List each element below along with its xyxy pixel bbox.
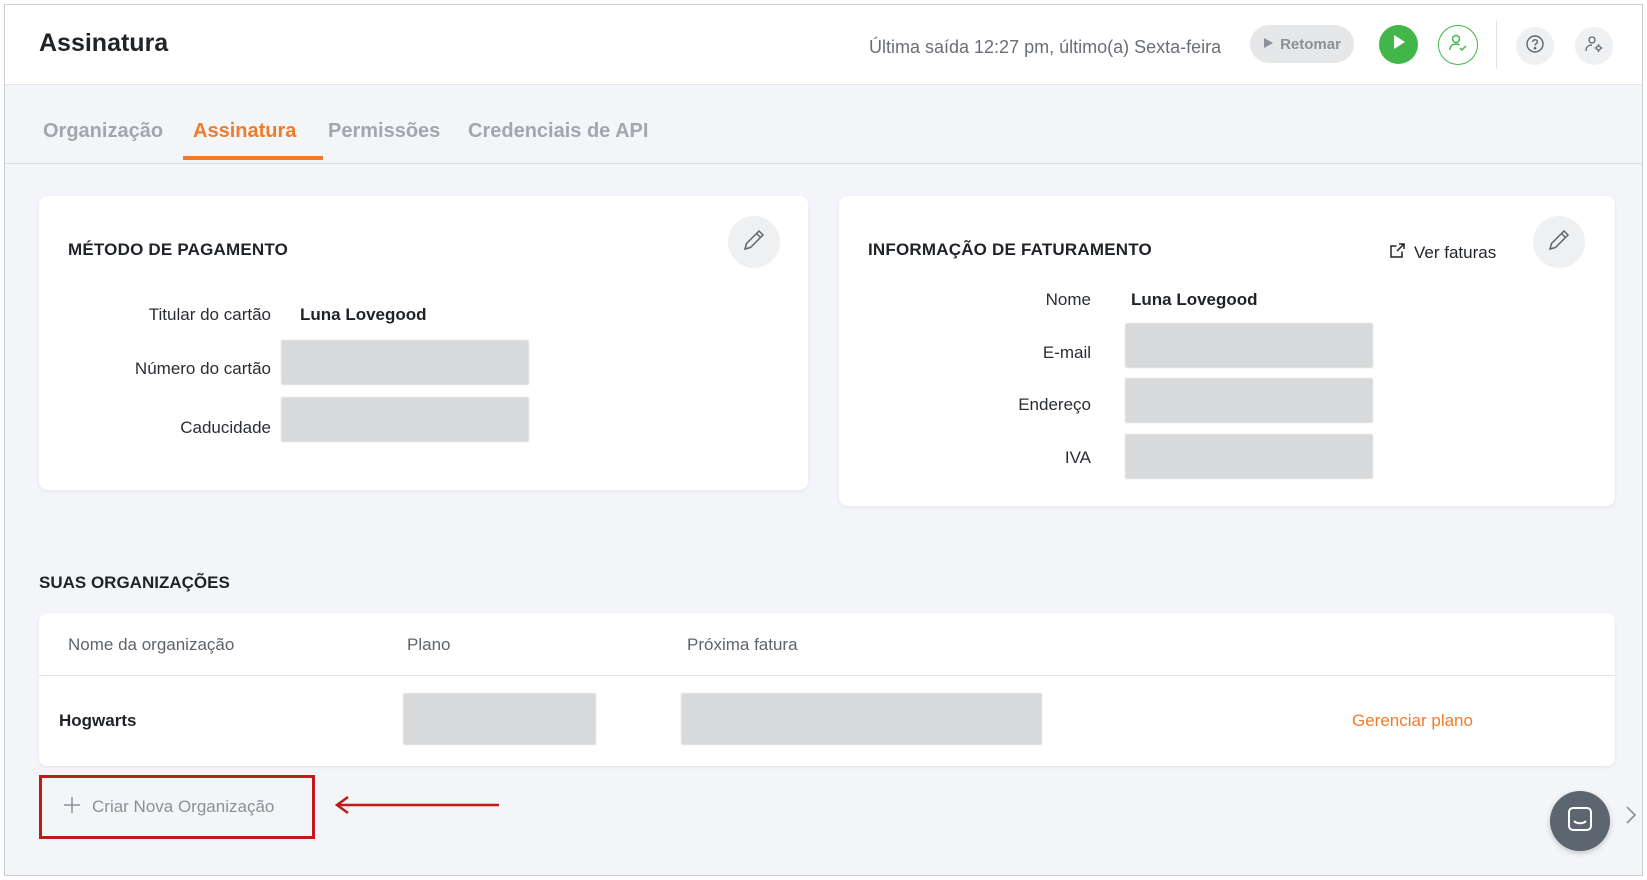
chat-icon bbox=[1566, 805, 1594, 838]
chevron-right-icon[interactable] bbox=[1625, 805, 1637, 830]
edit-billing-button[interactable] bbox=[1533, 216, 1585, 268]
billing-vat-label: IVA bbox=[1064, 448, 1091, 467]
billing-vat-redacted bbox=[1125, 434, 1373, 479]
tab-subscription[interactable]: Assinatura bbox=[193, 120, 296, 143]
pencil-icon bbox=[1546, 227, 1572, 258]
card-expiry-redacted bbox=[281, 397, 529, 442]
edit-payment-button[interactable] bbox=[728, 216, 780, 268]
card-number-label: Número do cartão bbox=[134, 359, 271, 378]
column-header-next-invoice: Próxima fatura bbox=[687, 635, 798, 654]
active-tab-indicator bbox=[183, 156, 323, 160]
help-icon bbox=[1525, 34, 1545, 59]
column-header-name: Nome da organização bbox=[68, 635, 235, 654]
resume-button[interactable]: Retomar bbox=[1250, 25, 1354, 63]
card-number-redacted bbox=[281, 340, 529, 385]
next-invoice-redacted bbox=[681, 693, 1042, 745]
plus-icon bbox=[62, 795, 82, 820]
app-window: Assinatura Última saída 12:27 pm, último… bbox=[4, 4, 1643, 876]
play-icon bbox=[1392, 34, 1406, 55]
tab-api-credentials[interactable]: Credenciais de API bbox=[468, 120, 648, 143]
create-organization-label: Criar Nova Organização bbox=[92, 797, 275, 816]
billing-address-label: Endereço bbox=[1018, 395, 1091, 414]
play-button[interactable] bbox=[1379, 25, 1418, 64]
chat-support-button[interactable] bbox=[1550, 791, 1610, 851]
settings-button[interactable] bbox=[1575, 27, 1613, 65]
play-small-icon bbox=[1263, 36, 1274, 53]
view-invoices-label: Ver faturas bbox=[1414, 243, 1497, 262]
tab-organization[interactable]: Organização bbox=[43, 120, 163, 143]
create-organization-button[interactable]: Criar Nova Organização bbox=[39, 775, 315, 839]
billing-info-card: INFORMAÇÃO DE FATURAMENTO Nome Luna Love… bbox=[839, 196, 1615, 506]
card-holder-value: Luna Lovegood bbox=[300, 305, 427, 324]
user-check-icon bbox=[1448, 33, 1468, 58]
resume-label: Retomar bbox=[1280, 35, 1341, 53]
settings-tabs: Organização Assinatura Permissões Creden… bbox=[5, 86, 1642, 164]
view-invoices-link[interactable]: Ver faturas bbox=[1389, 242, 1496, 264]
organizations-table: Nome da organização Plano Próxima fatura… bbox=[39, 613, 1615, 766]
billing-email-redacted bbox=[1125, 323, 1373, 368]
last-exit-status: Última saída 12:27 pm, último(a) Sexta-f… bbox=[869, 37, 1222, 57]
settings-icon bbox=[1584, 34, 1604, 59]
top-bar: Assinatura Última saída 12:27 pm, último… bbox=[5, 5, 1642, 85]
page-title: Assinatura bbox=[39, 29, 169, 57]
column-header-plan: Plano bbox=[407, 635, 451, 654]
card-holder-label: Titular do cartão bbox=[148, 305, 271, 324]
billing-address-redacted bbox=[1125, 378, 1373, 423]
table-divider bbox=[39, 675, 1615, 676]
external-link-icon bbox=[1389, 242, 1406, 264]
user-status-button[interactable] bbox=[1438, 25, 1478, 65]
help-button[interactable] bbox=[1516, 27, 1554, 65]
billing-name-value: Luna Lovegood bbox=[1131, 290, 1258, 309]
org-name-cell: Hogwarts bbox=[59, 711, 137, 730]
billing-email-label: E-mail bbox=[1042, 343, 1091, 362]
billing-name-label: Nome bbox=[1045, 290, 1091, 309]
tab-permissions[interactable]: Permissões bbox=[328, 120, 440, 143]
annotation-arrow-icon bbox=[334, 795, 501, 820]
payment-card-title: MÉTODO DE PAGAMENTO bbox=[68, 240, 289, 259]
header-divider bbox=[1496, 21, 1497, 69]
payment-method-card: MÉTODO DE PAGAMENTO Titular do cartão Lu… bbox=[39, 196, 808, 490]
organizations-title: SUAS ORGANIZAÇÕES bbox=[39, 573, 230, 592]
billing-card-title: INFORMAÇÃO DE FATURAMENTO bbox=[868, 240, 1152, 259]
pencil-icon bbox=[741, 227, 767, 258]
card-expiry-label: Caducidade bbox=[180, 418, 271, 437]
plan-redacted bbox=[403, 693, 596, 745]
manage-plan-link[interactable]: Gerenciar plano bbox=[1352, 711, 1473, 731]
